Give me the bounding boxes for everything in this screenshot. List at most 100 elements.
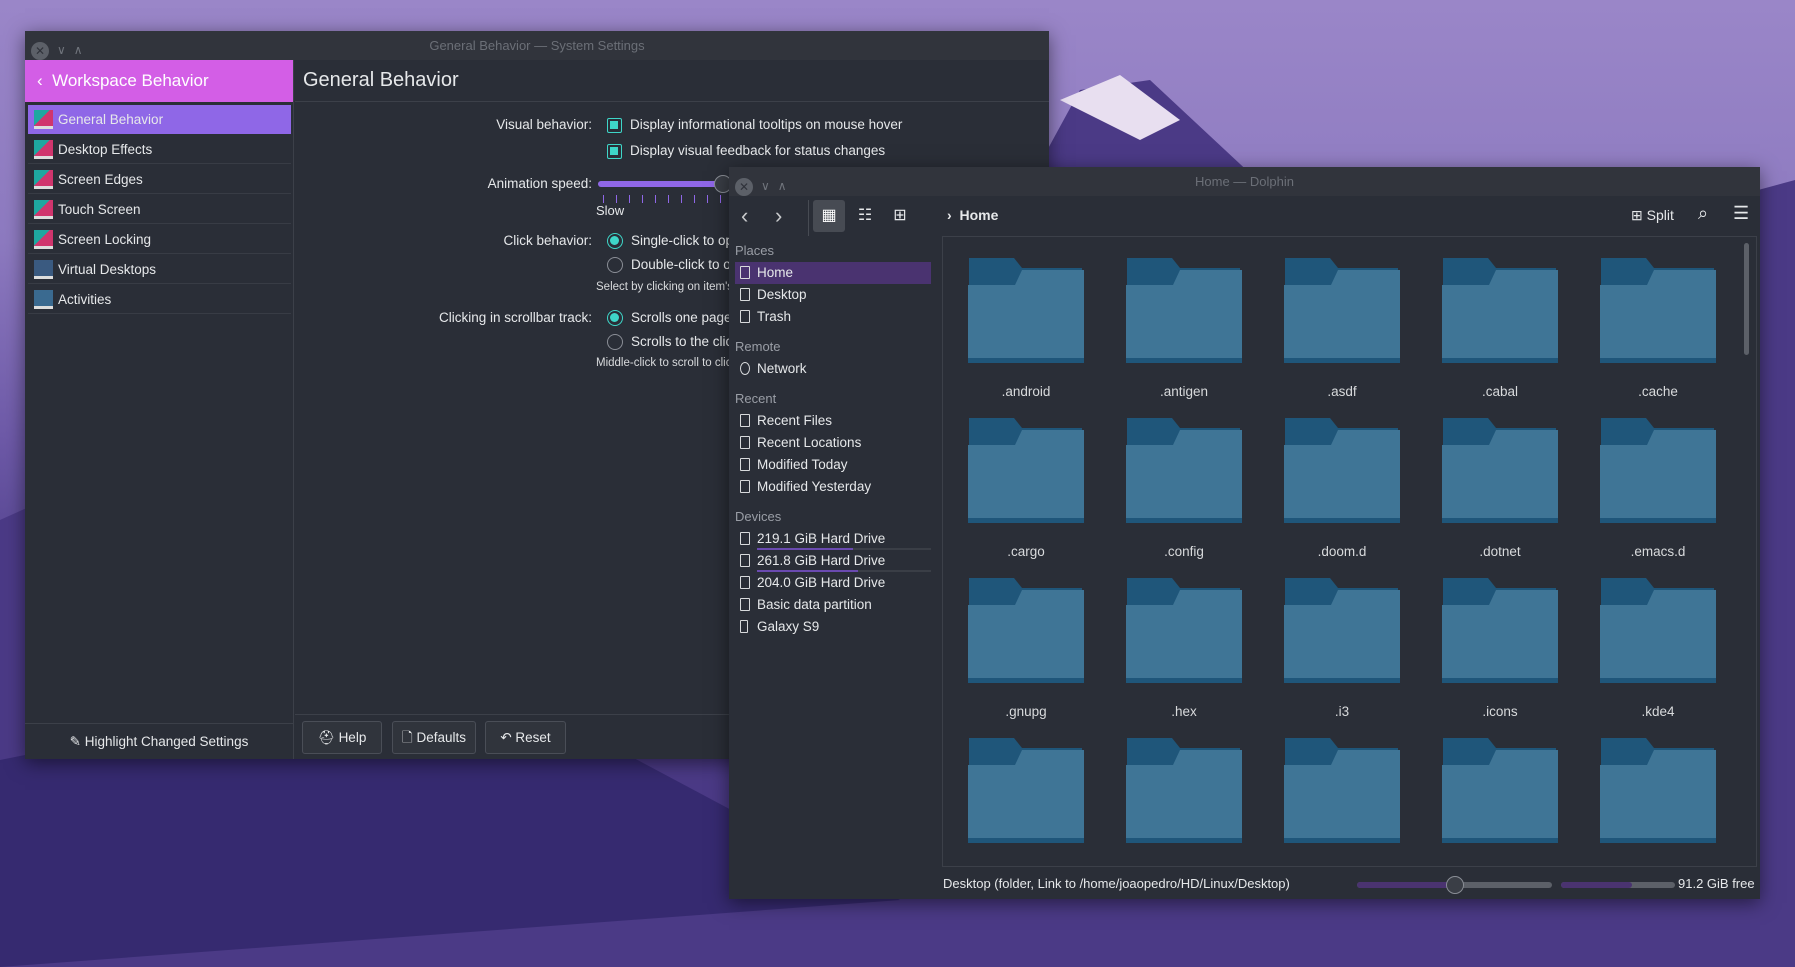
- places-header: Places: [735, 243, 775, 258]
- device-drive-2[interactable]: 261.8 GiB Hard Drive: [735, 550, 931, 572]
- folder-name: .emacs.d: [1630, 544, 1686, 559]
- folder-item[interactable]: .icons: [1421, 578, 1579, 738]
- folder-item[interactable]: .cargo: [947, 418, 1105, 578]
- dolphin-titlebar[interactable]: ✕ ∨ ∧ Home — Dolphin: [729, 167, 1760, 196]
- back-button[interactable]: ‹: [741, 203, 748, 229]
- folder-item[interactable]: .local: [947, 738, 1105, 866]
- device-basic-data-partition[interactable]: Basic data partition: [735, 594, 931, 616]
- highlight-label: Highlight Changed Settings: [84, 734, 249, 749]
- search-icon[interactable]: ⌕: [1698, 203, 1708, 224]
- place-recent-files[interactable]: Recent Files: [735, 410, 931, 432]
- zoom-slider-handle[interactable]: [1445, 876, 1464, 894]
- folder-item[interactable]: .npm: [1421, 738, 1579, 866]
- folder-name: .asdf: [1327, 384, 1357, 399]
- device-drive-3[interactable]: 204.0 GiB Hard Drive: [735, 572, 931, 594]
- back-label: Workspace Behavior: [52, 71, 209, 90]
- help-label: Help: [338, 730, 367, 745]
- scroll-page-radio[interactable]: [607, 310, 623, 326]
- place-recent-locations[interactable]: Recent Locations: [735, 432, 931, 454]
- dolphin-window: ✕ ∨ ∧ Home — Dolphin ‹ › ▦ ☷ ⊞ › Home ⊞ Sp…: [729, 167, 1760, 899]
- desktop-icon: [740, 288, 750, 301]
- sidebar-item-touch-screen[interactable]: Touch Screen: [28, 195, 291, 224]
- folder-icon: [1284, 258, 1400, 363]
- folder-item[interactable]: .doom.d: [1263, 418, 1421, 578]
- settings-titlebar[interactable]: ✕ ∨ ∧ General Behavior — System Settings: [25, 31, 1049, 60]
- hard-drive-icon: [740, 532, 750, 545]
- folder-item[interactable]: .i3: [1263, 578, 1421, 738]
- folder-icon: [1442, 578, 1558, 683]
- tooltips-checkbox[interactable]: [607, 118, 622, 133]
- close-icon[interactable]: ✕: [735, 177, 753, 196]
- place-desktop[interactable]: Desktop: [735, 284, 931, 306]
- icons-view-button[interactable]: ▦: [813, 200, 845, 232]
- place-home[interactable]: Home: [735, 262, 931, 284]
- compact-view-button[interactable]: ☷: [849, 200, 881, 232]
- folder-item[interactable]: .cache: [1579, 258, 1737, 418]
- minimize-icon[interactable]: ∨: [761, 172, 770, 201]
- tooltips-label: Display informational tooltips on mouse …: [630, 117, 903, 132]
- folder-item[interactable]: .android: [947, 258, 1105, 418]
- double-click-radio[interactable]: [607, 257, 623, 273]
- back-button[interactable]: ‹ Workspace Behavior: [25, 60, 293, 102]
- devices-header: Devices: [735, 509, 782, 524]
- hamburger-menu-icon[interactable]: ☰: [1733, 203, 1749, 224]
- maximize-icon[interactable]: ∧: [778, 172, 787, 201]
- split-button[interactable]: ⊞ Split: [1631, 207, 1674, 224]
- folder-icon: [1284, 578, 1400, 683]
- feedback-label: Display visual feedback for status chang…: [630, 143, 886, 158]
- folder-item[interactable]: .mozilla: [1263, 738, 1421, 866]
- scroll-click-radio[interactable]: [607, 334, 623, 350]
- single-click-radio[interactable]: [607, 233, 623, 249]
- folder-name: .nuget: [1579, 864, 1737, 866]
- place-modified-yesterday[interactable]: Modified Yesterday: [735, 476, 931, 498]
- defaults-button[interactable]: 🗋 Defaults: [392, 721, 476, 754]
- help-button[interactable]: ⛑ Help: [302, 721, 382, 754]
- place-network[interactable]: Network: [735, 358, 931, 380]
- sidebar-item-activities[interactable]: Activities: [28, 285, 291, 314]
- sidebar-item-screen-locking[interactable]: Screen Locking: [28, 225, 291, 254]
- folder-item[interactable]: .emacs.d: [1579, 418, 1737, 578]
- folder-name: .cabal: [1481, 384, 1519, 399]
- folder-item[interactable]: .kde4: [1579, 578, 1737, 738]
- folder-name: .mozilla: [1263, 864, 1421, 866]
- folder-item[interactable]: .config: [1105, 418, 1263, 578]
- sidebar-item-screen-edges[interactable]: Screen Edges: [28, 165, 291, 194]
- hard-drive-icon: [740, 598, 750, 611]
- folder-item[interactable]: .asdf: [1263, 258, 1421, 418]
- details-view-button[interactable]: ⊞: [884, 200, 916, 232]
- slider-fill: [598, 181, 723, 187]
- folder-icon: [1284, 738, 1400, 843]
- feedback-checkbox[interactable]: [607, 144, 622, 159]
- phone-icon: [740, 620, 748, 633]
- folder-item[interactable]: .dotnet: [1421, 418, 1579, 578]
- place-label: Network: [757, 361, 807, 376]
- folder-icon: [968, 578, 1084, 683]
- sidebar-item-desktop-effects[interactable]: Desktop Effects: [28, 135, 291, 164]
- document-icon: 🗋: [401, 730, 417, 745]
- forward-button[interactable]: ›: [775, 203, 782, 229]
- folder-item[interactable]: .hex: [1105, 578, 1263, 738]
- folder-icon: [1284, 418, 1400, 523]
- folder-item[interactable]: .mix: [1105, 738, 1263, 866]
- folder-item[interactable]: .antigen: [1105, 258, 1263, 418]
- folder-item[interactable]: .cabal: [1421, 258, 1579, 418]
- place-modified-today[interactable]: Modified Today: [735, 454, 931, 476]
- folder-name: .android: [1001, 384, 1051, 399]
- place-label: 261.8 GiB Hard Drive: [757, 553, 886, 568]
- device-drive-1[interactable]: 219.1 GiB Hard Drive: [735, 528, 931, 550]
- scrollbar-thumb[interactable]: [1744, 243, 1749, 355]
- sidebar-item-label: Desktop Effects: [58, 142, 153, 157]
- folder-item[interactable]: .gnupg: [947, 578, 1105, 738]
- place-label: Modified Yesterday: [757, 479, 872, 494]
- place-trash[interactable]: Trash: [735, 306, 931, 328]
- folder-icon: [968, 738, 1084, 843]
- reset-button[interactable]: ↶ Reset: [485, 721, 566, 754]
- highlight-changed-button[interactable]: ✎ Highlight Changed Settings: [25, 723, 293, 759]
- device-galaxy-s9[interactable]: Galaxy S9: [735, 616, 931, 638]
- breadcrumb[interactable]: › Home: [947, 207, 998, 223]
- file-view[interactable]: .android .antigen .asdf .cabal .cache .cargo.…: [942, 236, 1757, 867]
- folder-item[interactable]: .nuget: [1579, 738, 1737, 866]
- sidebar-item-general-behavior[interactable]: General Behavior: [28, 105, 291, 134]
- sidebar-item-virtual-desktops[interactable]: Virtual Desktops: [28, 255, 291, 284]
- close-icon[interactable]: ✕: [31, 41, 49, 60]
